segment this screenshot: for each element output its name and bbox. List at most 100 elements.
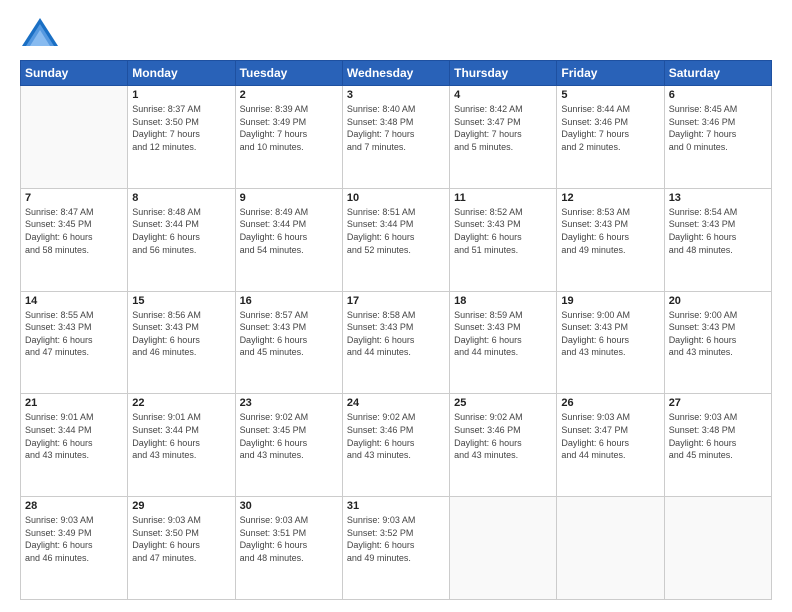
- day-number: 2: [240, 89, 338, 101]
- day-number: 29: [132, 500, 230, 512]
- calendar-cell: 6 Sunrise: 8:45 AM Sunset: 3:46 PM Daylig…: [664, 86, 771, 189]
- day-info: Sunrise: 8:40 AM Sunset: 3:48 PM Dayligh…: [347, 103, 445, 153]
- calendar-cell: 31 Sunrise: 9:03 AM Sunset: 3:52 PM Dayli…: [342, 497, 449, 600]
- calendar-table: SundayMondayTuesdayWednesdayThursdayFrid…: [20, 60, 772, 600]
- day-number: 23: [240, 397, 338, 409]
- day-number: 10: [347, 192, 445, 204]
- day-info: Sunrise: 8:37 AM Sunset: 3:50 PM Dayligh…: [132, 103, 230, 153]
- day-info: Sunrise: 8:44 AM Sunset: 3:46 PM Dayligh…: [561, 103, 659, 153]
- calendar-cell: 26 Sunrise: 9:03 AM Sunset: 3:47 PM Dayli…: [557, 394, 664, 497]
- calendar-cell: 23 Sunrise: 9:02 AM Sunset: 3:45 PM Dayli…: [235, 394, 342, 497]
- day-info: Sunrise: 8:42 AM Sunset: 3:47 PM Dayligh…: [454, 103, 552, 153]
- day-info: Sunrise: 9:03 AM Sunset: 3:50 PM Dayligh…: [132, 514, 230, 564]
- calendar-week-row: 28Sunrise: 9:03 AM Sunset: 3:49 PM Dayli…: [21, 497, 772, 600]
- day-number: 12: [561, 192, 659, 204]
- logo: [20, 16, 64, 52]
- day-info: Sunrise: 8:51 AM Sunset: 3:44 PM Dayligh…: [347, 206, 445, 256]
- header: [20, 16, 772, 52]
- col-header-friday: Friday: [557, 61, 664, 86]
- day-info: Sunrise: 9:03 AM Sunset: 3:51 PM Dayligh…: [240, 514, 338, 564]
- col-header-saturday: Saturday: [664, 61, 771, 86]
- calendar-cell: 30Sunrise: 9:03 AM Sunset: 3:51 PM Dayli…: [235, 497, 342, 600]
- calendar-cell: 16 Sunrise: 8:57 AM Sunset: 3:43 PM Dayli…: [235, 291, 342, 394]
- day-number: 27: [669, 397, 767, 409]
- day-info: Sunrise: 8:47 AM Sunset: 3:45 PM Dayligh…: [25, 206, 123, 256]
- day-number: 26: [561, 397, 659, 409]
- calendar-cell: 15 Sunrise: 8:56 AM Sunset: 3:43 PM Dayli…: [128, 291, 235, 394]
- day-info: Sunrise: 8:49 AM Sunset: 3:44 PM Dayligh…: [240, 206, 338, 256]
- calendar-cell: 29 Sunrise: 9:03 AM Sunset: 3:50 PM Dayli…: [128, 497, 235, 600]
- day-number: 3: [347, 89, 445, 101]
- day-info: Sunrise: 9:03 AM Sunset: 3:47 PM Dayligh…: [561, 411, 659, 461]
- day-info: Sunrise: 8:45 AM Sunset: 3:46 PM Dayligh…: [669, 103, 767, 153]
- calendar-cell: 10 Sunrise: 8:51 AM Sunset: 3:44 PM Dayli…: [342, 188, 449, 291]
- day-info: Sunrise: 8:56 AM Sunset: 3:43 PM Dayligh…: [132, 309, 230, 359]
- calendar-week-row: 7 Sunrise: 8:47 AM Sunset: 3:45 PM Daylig…: [21, 188, 772, 291]
- calendar-cell: 3 Sunrise: 8:40 AM Sunset: 3:48 PM Daylig…: [342, 86, 449, 189]
- day-info: Sunrise: 9:01 AM Sunset: 3:44 PM Dayligh…: [132, 411, 230, 461]
- calendar-cell: 1 Sunrise: 8:37 AM Sunset: 3:50 PM Daylig…: [128, 86, 235, 189]
- day-number: 7: [25, 192, 123, 204]
- calendar-header-row: SundayMondayTuesdayWednesdayThursdayFrid…: [21, 61, 772, 86]
- day-info: Sunrise: 9:03 AM Sunset: 3:49 PM Dayligh…: [25, 514, 123, 564]
- calendar-cell: 24 Sunrise: 9:02 AM Sunset: 3:46 PM Dayli…: [342, 394, 449, 497]
- col-header-tuesday: Tuesday: [235, 61, 342, 86]
- day-number: 6: [669, 89, 767, 101]
- day-number: 17: [347, 295, 445, 307]
- day-info: Sunrise: 8:59 AM Sunset: 3:43 PM Dayligh…: [454, 309, 552, 359]
- day-number: 21: [25, 397, 123, 409]
- day-info: Sunrise: 8:54 AM Sunset: 3:43 PM Dayligh…: [669, 206, 767, 256]
- day-number: 14: [25, 295, 123, 307]
- calendar-cell: 9 Sunrise: 8:49 AM Sunset: 3:44 PM Daylig…: [235, 188, 342, 291]
- day-number: 20: [669, 295, 767, 307]
- calendar-cell: 7 Sunrise: 8:47 AM Sunset: 3:45 PM Daylig…: [21, 188, 128, 291]
- day-number: 25: [454, 397, 552, 409]
- day-number: 9: [240, 192, 338, 204]
- calendar-cell: 12Sunrise: 8:53 AM Sunset: 3:43 PM Dayli…: [557, 188, 664, 291]
- calendar-cell: 20 Sunrise: 9:00 AM Sunset: 3:43 PM Dayli…: [664, 291, 771, 394]
- day-number: 31: [347, 500, 445, 512]
- day-number: 1: [132, 89, 230, 101]
- day-info: Sunrise: 8:48 AM Sunset: 3:44 PM Dayligh…: [132, 206, 230, 256]
- day-info: Sunrise: 8:58 AM Sunset: 3:43 PM Dayligh…: [347, 309, 445, 359]
- calendar-cell: [21, 86, 128, 189]
- col-header-thursday: Thursday: [450, 61, 557, 86]
- calendar-cell: 11 Sunrise: 8:52 AM Sunset: 3:43 PM Dayli…: [450, 188, 557, 291]
- col-header-wednesday: Wednesday: [342, 61, 449, 86]
- calendar-cell: 18 Sunrise: 8:59 AM Sunset: 3:43 PM Dayli…: [450, 291, 557, 394]
- calendar-week-row: 21 Sunrise: 9:01 AM Sunset: 3:44 PM Dayli…: [21, 394, 772, 497]
- day-info: Sunrise: 8:52 AM Sunset: 3:43 PM Dayligh…: [454, 206, 552, 256]
- day-number: 16: [240, 295, 338, 307]
- day-number: 11: [454, 192, 552, 204]
- day-number: 13: [669, 192, 767, 204]
- day-number: 5: [561, 89, 659, 101]
- calendar-cell: 4Sunrise: 8:42 AM Sunset: 3:47 PM Daylig…: [450, 86, 557, 189]
- day-info: Sunrise: 9:03 AM Sunset: 3:52 PM Dayligh…: [347, 514, 445, 564]
- day-info: Sunrise: 9:00 AM Sunset: 3:43 PM Dayligh…: [561, 309, 659, 359]
- col-header-monday: Monday: [128, 61, 235, 86]
- day-info: Sunrise: 9:03 AM Sunset: 3:48 PM Dayligh…: [669, 411, 767, 461]
- day-number: 19: [561, 295, 659, 307]
- day-info: Sunrise: 9:00 AM Sunset: 3:43 PM Dayligh…: [669, 309, 767, 359]
- calendar-cell: [664, 497, 771, 600]
- calendar-cell: 21 Sunrise: 9:01 AM Sunset: 3:44 PM Dayli…: [21, 394, 128, 497]
- calendar-cell: 17 Sunrise: 8:58 AM Sunset: 3:43 PM Dayli…: [342, 291, 449, 394]
- col-header-sunday: Sunday: [21, 61, 128, 86]
- calendar-cell: 19 Sunrise: 9:00 AM Sunset: 3:43 PM Dayli…: [557, 291, 664, 394]
- day-info: Sunrise: 8:55 AM Sunset: 3:43 PM Dayligh…: [25, 309, 123, 359]
- day-info: Sunrise: 9:01 AM Sunset: 3:44 PM Dayligh…: [25, 411, 123, 461]
- calendar-week-row: 14 Sunrise: 8:55 AM Sunset: 3:43 PM Dayli…: [21, 291, 772, 394]
- calendar-cell: [450, 497, 557, 600]
- day-info: Sunrise: 9:02 AM Sunset: 3:45 PM Dayligh…: [240, 411, 338, 461]
- day-number: 24: [347, 397, 445, 409]
- calendar-cell: 2Sunrise: 8:39 AM Sunset: 3:49 PM Daylig…: [235, 86, 342, 189]
- page: SundayMondayTuesdayWednesdayThursdayFrid…: [0, 0, 792, 612]
- calendar-cell: 28Sunrise: 9:03 AM Sunset: 3:49 PM Dayli…: [21, 497, 128, 600]
- day-info: Sunrise: 8:57 AM Sunset: 3:43 PM Dayligh…: [240, 309, 338, 359]
- calendar-cell: 22 Sunrise: 9:01 AM Sunset: 3:44 PM Dayli…: [128, 394, 235, 497]
- day-number: 15: [132, 295, 230, 307]
- day-info: Sunrise: 9:02 AM Sunset: 3:46 PM Dayligh…: [347, 411, 445, 461]
- calendar-cell: 8Sunrise: 8:48 AM Sunset: 3:44 PM Daylig…: [128, 188, 235, 291]
- day-number: 18: [454, 295, 552, 307]
- day-number: 22: [132, 397, 230, 409]
